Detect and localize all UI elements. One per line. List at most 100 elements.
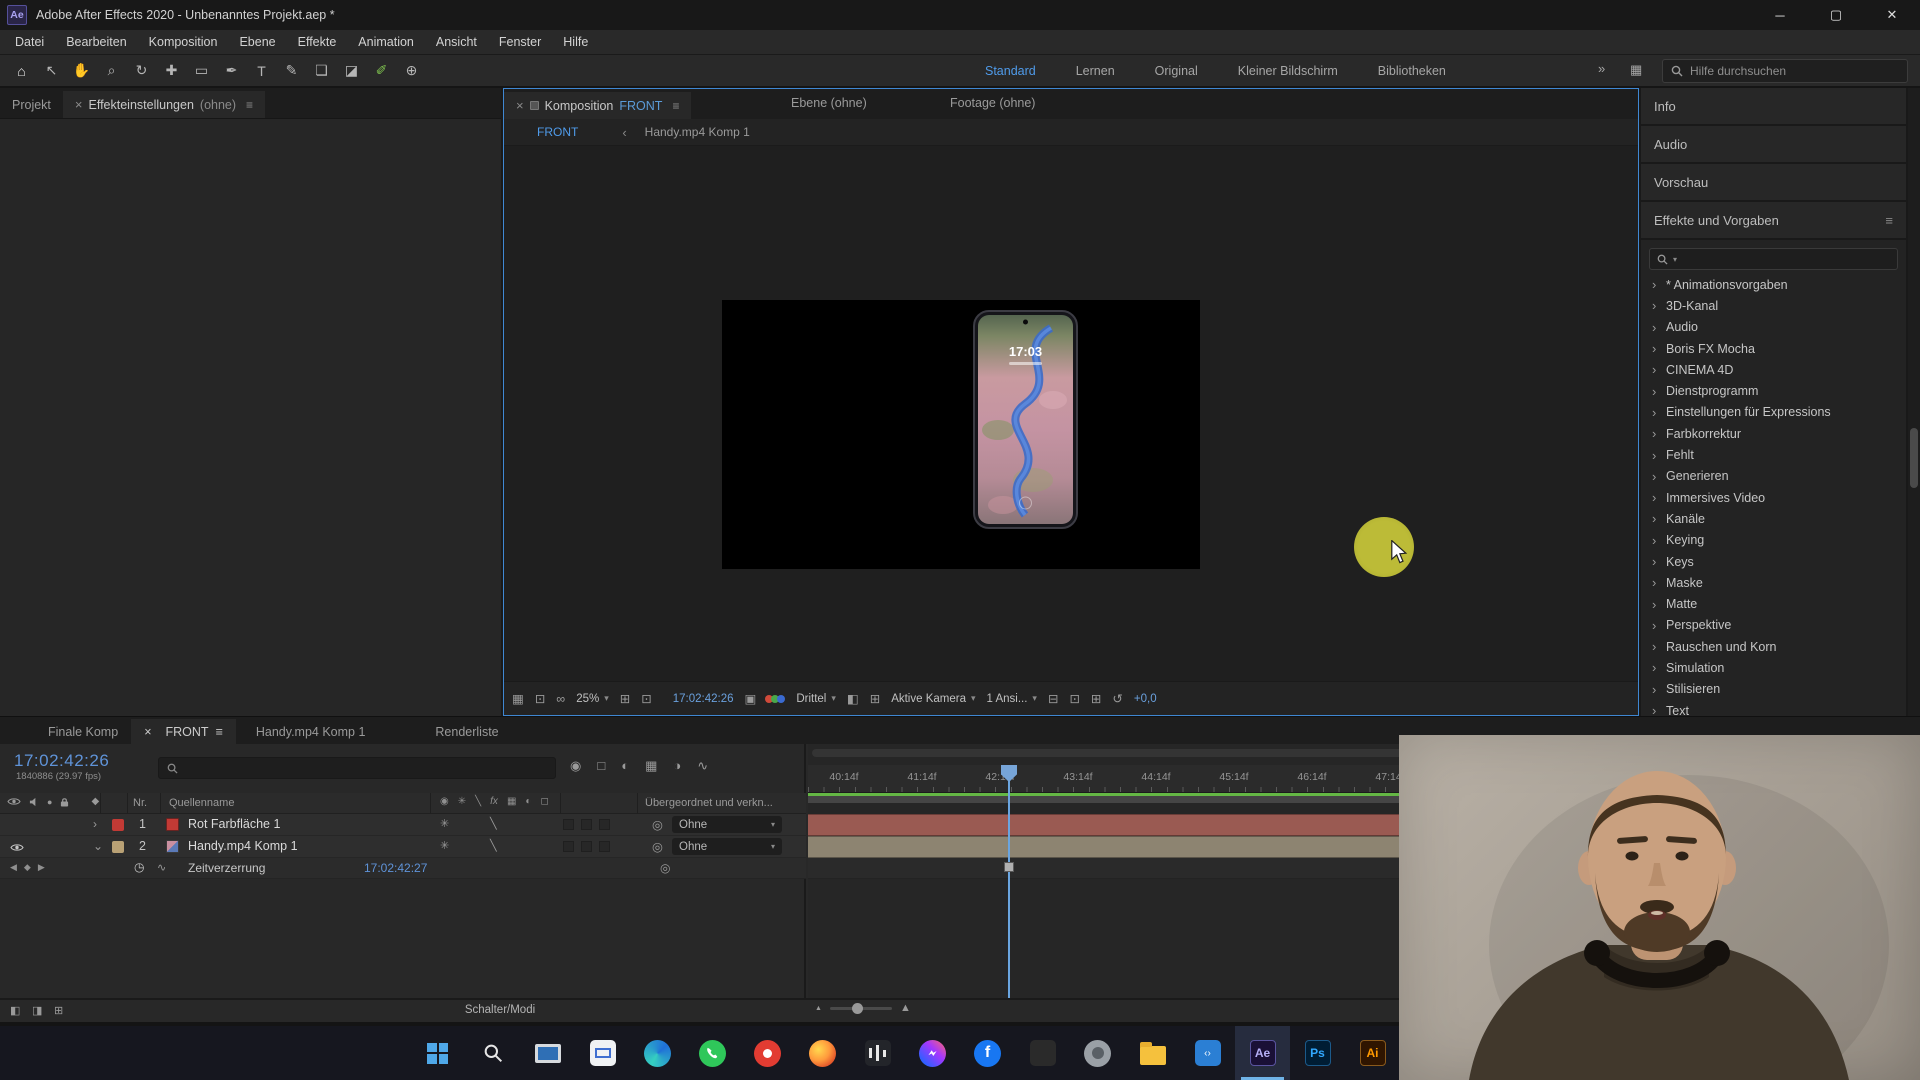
audio-app-button[interactable] [850,1026,905,1080]
parent-dropdown[interactable]: Ohne ▾ [672,838,782,855]
panel-menu-icon[interactable]: ≡ [672,99,679,113]
close-icon[interactable]: × [516,98,524,113]
label-color-chip[interactable] [112,819,124,831]
zoom-tool-icon[interactable]: ⌕ [98,58,125,83]
viewer-timecode[interactable]: 17:02:42:26 [673,693,734,705]
panel-header[interactable]: Audio [1641,126,1906,164]
panel-menu-icon[interactable]: ≡ [1885,213,1893,228]
menu-item[interactable]: Datei [4,35,55,49]
keyframe-navigator[interactable]: ◀◆▶ [10,862,52,873]
breadcrumb-current-comp[interactable]: FRONT [537,125,578,139]
effects-category-row[interactable]: › Keys [1641,551,1906,572]
layer-name[interactable]: Handy.mp4 Komp 1 [188,839,298,853]
close-icon[interactable]: × [75,97,83,112]
snapshot-icon[interactable]: ▣ [745,691,757,706]
facebook-button[interactable]: f [960,1026,1015,1080]
effects-category-row[interactable]: › Keying [1641,530,1906,551]
layer-row-2[interactable]: ⌄ 2 Handy.mp4 Komp 1 ✳ ╲ ◎ Ohne ▾ [0,836,806,858]
settings-app-button[interactable] [1070,1026,1125,1080]
current-time-indicator[interactable] [1008,765,1010,998]
tab-projekt[interactable]: Projekt [0,91,63,118]
hide-shy-layers-icon[interactable]: ◐ [621,758,629,774]
panel-header[interactable]: Vorschau [1641,164,1906,202]
tab-renderliste[interactable]: Renderliste [422,719,511,744]
reset-exposure-icon[interactable]: ↺ [1112,691,1122,706]
effects-category-row[interactable]: › Simulation [1641,657,1906,678]
effects-category-row[interactable]: › Immersives Video [1641,487,1906,508]
scrollbar-thumb[interactable] [1910,428,1918,488]
file-explorer-button[interactable] [1125,1026,1180,1080]
toggle-layer-switches-icon[interactable]: ◧ [10,1004,20,1017]
switch-box[interactable] [563,819,574,830]
workspace-tab[interactable]: Standard [985,64,1036,78]
menu-item[interactable]: Hilfe [552,35,599,49]
column-source-name[interactable]: Quellenname [169,797,234,809]
workspace-tab[interactable]: Bibliotheken [1378,64,1446,78]
effects-category-row[interactable]: › Generieren [1641,466,1906,487]
menu-item[interactable]: Ebene [228,35,286,49]
pen-tool-icon[interactable]: ✒ [218,58,245,83]
tab-handy-komp[interactable]: Handy.mp4 Komp 1 [236,719,379,744]
twirl-expanded-icon[interactable]: ⌄ [93,839,103,853]
effects-category-row[interactable]: › * Animationsvorgaben [1641,274,1906,295]
zoom-in-icon[interactable]: ▲ [900,1002,911,1014]
menu-item[interactable]: Bearbeiten [55,35,137,49]
workspace-grid-icon[interactable]: ▦ [1630,62,1642,78]
menu-item[interactable]: Komposition [138,35,229,49]
orbit-camera-tool-icon[interactable]: ↻ [128,58,155,83]
messenger-button[interactable] [905,1026,960,1080]
parent-pickwhip-icon[interactable]: ◎ [652,817,663,832]
shape-tool-icon[interactable]: ▭ [188,58,215,83]
pan-camera-tool-icon[interactable]: ✚ [158,58,185,83]
switch-box[interactable] [599,841,610,852]
timeline-zoom-slider[interactable] [829,1002,892,1014]
composition-viewer[interactable]: 17:03 [504,146,1638,681]
tab-layer-viewer[interactable]: Ebene (ohne) [791,96,867,110]
timeline-search-input[interactable] [158,757,556,779]
effects-category-row[interactable]: › Maske [1641,572,1906,593]
flowchart-icon[interactable]: ⊞ [1091,691,1101,706]
resolution-icon[interactable]: ◧ [847,691,859,706]
effects-category-row[interactable]: › Audio [1641,317,1906,338]
effects-category-row[interactable]: › Farbkorrektur [1641,423,1906,444]
switch-box[interactable] [581,841,592,852]
effects-category-row[interactable]: › Boris FX Mocha [1641,338,1906,359]
eraser-tool-icon[interactable]: ◪ [338,58,365,83]
menu-item[interactable]: Effekte [287,35,348,49]
collapse-switch[interactable]: ✳ [440,817,449,830]
close-icon[interactable]: × [144,725,151,739]
effects-category-row[interactable]: › 3D-Kanal [1641,295,1906,316]
panel-menu-icon[interactable]: ≡ [216,725,223,739]
edge-button[interactable] [630,1026,685,1080]
switch-box[interactable] [581,819,592,830]
start-button[interactable] [410,1026,465,1080]
effects-category-row[interactable]: › Perspektive [1641,615,1906,636]
taskbar-search-button[interactable] [465,1026,520,1080]
quality-switch[interactable]: ╲ [490,839,497,852]
effects-search-input[interactable]: ▾ [1649,248,1898,270]
effects-category-row[interactable]: › Stilisieren [1641,679,1906,700]
expression-pickwhip-icon[interactable]: ◎ [660,861,670,875]
workspace-tab[interactable]: Kleiner Bildschirm [1238,64,1338,78]
property-row-time-remap[interactable]: ◀◆▶ ◷ ∿ Zeitverzerrung 17:02:42:27 ◎ [0,858,806,879]
show-channels-icon[interactable] [765,694,786,703]
pixel-aspect-icon[interactable]: ⊡ [535,691,545,706]
type-tool-icon[interactable]: T [248,58,275,83]
help-search-input[interactable]: Hilfe durchsuchen [1662,59,1908,83]
firefox-button[interactable] [795,1026,850,1080]
pan-behind-icon[interactable]: ⊟ [1048,691,1058,706]
selection-tool-icon[interactable]: ↖ [38,58,65,83]
switches-modes-button[interactable]: Schalter/Modi [430,1004,570,1016]
transparency-grid-icon[interactable]: ▦ [512,691,524,706]
property-value[interactable]: 17:02:42:27 [364,861,427,875]
effects-category-row[interactable]: › Matte [1641,593,1906,614]
panel-lock-icon[interactable] [529,101,539,110]
desktop-app-button[interactable] [520,1026,575,1080]
active-camera-dropdown[interactable]: Aktive Kamera ▾ [891,693,975,705]
workspace-overflow-icon[interactable]: » [1598,61,1605,76]
illustrator-taskbar-button[interactable]: Ai [1345,1026,1400,1080]
toggle-transfer-controls-icon[interactable]: ◨ [32,1004,42,1017]
code-app-button[interactable]: ‹› [1180,1026,1235,1080]
target-region-icon[interactable]: ⊞ [870,691,880,706]
graph-editor-icon[interactable]: ∿ [697,758,708,774]
